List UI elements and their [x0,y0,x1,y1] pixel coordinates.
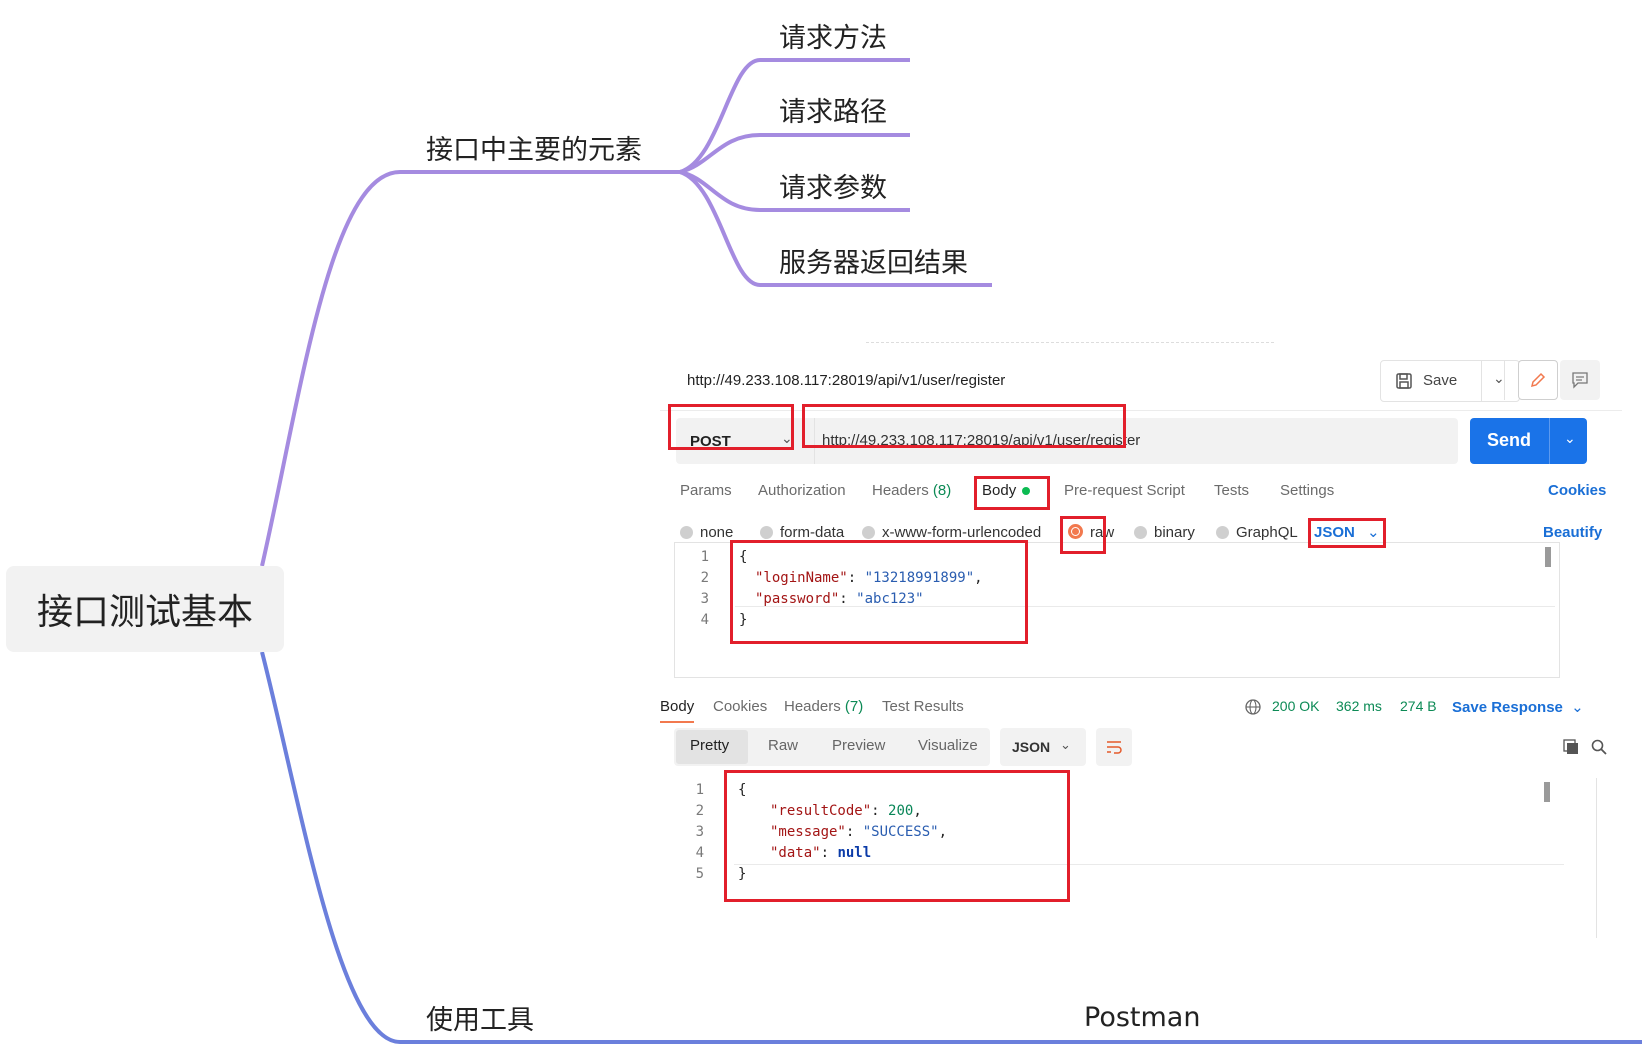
topic-server-response[interactable]: 服务器返回结果 [779,241,968,280]
response-tab-body[interactable]: Body [660,698,695,723]
highlight-response-body [724,770,1070,902]
divider [1596,778,1597,938]
branch-line-elements [260,170,680,567]
topic-request-params[interactable]: 请求参数 [779,166,887,205]
tab-authorization[interactable]: Authorization [758,482,846,499]
tab-tests[interactable]: Tests [1214,482,1249,499]
tab-headers[interactable]: Headers (8) [872,482,951,499]
radio-none[interactable]: none [680,524,733,541]
highlight-method [668,404,794,450]
radio-graphql[interactable]: GraphQL [1216,524,1298,541]
cookies-link[interactable]: Cookies [1548,482,1606,499]
root-topic[interactable]: 接口测试基本 [6,566,284,652]
topic-postman[interactable]: Postman [1084,1002,1200,1033]
radio-form-data[interactable]: form-data [760,524,844,541]
globe-icon[interactable] [1244,698,1262,716]
response-tab-headers[interactable]: Headers (7) [784,698,863,715]
highlight-url [802,404,1126,448]
tab-params[interactable]: Params [680,482,732,499]
radio-urlencoded[interactable]: x-www-form-urlencoded [862,524,1041,541]
topic-request-method[interactable]: 请求方法 [779,16,887,55]
divider [1504,360,1505,400]
topic-request-path[interactable]: 请求路径 [779,90,887,129]
view-mode-pretty[interactable]: Pretty [690,737,729,754]
pencil-icon [1530,372,1546,388]
save-response-button[interactable]: Save Response ⌄ [1452,698,1584,716]
line-number: 2 [695,803,704,819]
scrollbar[interactable] [1544,782,1550,802]
send-button[interactable]: Send ⌄ [1470,418,1587,464]
topic-tools[interactable]: 使用工具 [426,998,534,1037]
save-button[interactable]: Save ⌄ [1380,360,1520,402]
chevron-down-icon: ⌄ [1060,737,1071,752]
scrollbar[interactable] [1545,547,1551,567]
highlight-request-body [730,540,1028,644]
send-label: Send [1487,430,1532,450]
save-label: Save [1423,372,1458,389]
line-number: 1 [700,549,709,565]
doc-toolbar [1518,360,1600,400]
tab-settings[interactable]: Settings [1280,482,1334,499]
line-number: 4 [695,845,704,861]
top-divider [866,342,1274,344]
edit-button[interactable] [1518,360,1558,400]
chevron-down-icon: ⌄ [1571,699,1584,716]
line-number: 5 [695,866,704,882]
comments-button[interactable] [1560,360,1600,400]
topic-interface-elements[interactable]: 接口中主要的元素 [426,128,642,167]
response-format-select[interactable]: JSON ⌄ [1000,728,1086,766]
search-icon[interactable] [1590,738,1608,756]
headers-count: (7) [844,698,864,715]
highlight-raw [1060,516,1106,554]
line-number: 2 [700,570,709,586]
comment-icon [1572,372,1588,389]
view-mode-visualize[interactable]: Visualize [918,737,978,754]
line-number: 1 [695,782,704,798]
highlight-body-tab [974,476,1050,510]
tab-pre-request-script[interactable]: Pre-request Script [1064,482,1185,499]
chevron-down-icon[interactable]: ⌄ [1564,430,1576,447]
copy-icon[interactable] [1562,738,1580,756]
wrap-icon [1107,741,1122,754]
response-time[interactable]: 362 ms [1336,698,1382,714]
save-icon [1396,373,1412,389]
chevron-down-icon[interactable]: ⌄ [1493,370,1505,387]
line-number: 3 [695,824,704,840]
wrap-lines-button[interactable] [1096,728,1132,766]
headers-count: (8) [932,482,952,499]
highlight-json-format [1308,518,1386,548]
response-tab-cookies[interactable]: Cookies [713,698,767,715]
response-size[interactable]: 274 B [1400,698,1437,714]
view-mode-toggle: Pretty Raw Preview Visualize [674,728,990,766]
line-number: 4 [700,612,709,628]
response-tab-test-results[interactable]: Test Results [882,698,964,715]
view-mode-preview[interactable]: Preview [832,737,885,754]
radio-binary[interactable]: binary [1134,524,1195,541]
request-title: http://49.233.108.117:28019/api/v1/user/… [687,372,1006,389]
view-mode-raw[interactable]: Raw [768,737,798,754]
postman-screenshot: http://49.233.108.117:28019/api/v1/user/… [660,342,1622,992]
status-code[interactable]: 200 OK [1272,698,1319,714]
line-number: 3 [700,591,709,607]
beautify-link[interactable]: Beautify [1543,524,1602,541]
